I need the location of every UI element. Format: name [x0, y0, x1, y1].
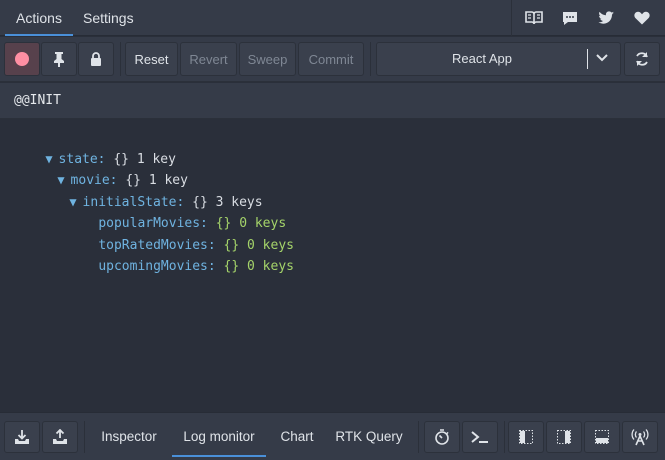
record-icon — [15, 52, 29, 66]
dispatcher-button[interactable] — [462, 421, 498, 453]
dock-left-icon — [519, 430, 533, 444]
tree-node-popularmovies[interactable]: popularMovies: {} 0 keys — [67, 192, 286, 231]
timer-icon — [435, 429, 449, 445]
node-count: 0 keys — [247, 259, 294, 274]
heart-icon[interactable] — [624, 0, 660, 36]
commit-button[interactable]: Commit — [298, 42, 364, 76]
tree-node-state[interactable]: ▼ state: {} 1 key — [14, 128, 176, 167]
divider — [84, 421, 85, 453]
node-key: upcomingMovies: — [98, 259, 216, 274]
sync-button[interactable] — [624, 42, 660, 76]
chat-icon[interactable] — [552, 0, 588, 36]
divider — [511, 0, 512, 36]
dock-bottom-icon — [595, 430, 609, 444]
action-name[interactable]: @@INIT — [0, 83, 665, 119]
tab-settings[interactable]: Settings — [83, 0, 135, 36]
bottom-bar: Inspector Log monitor Chart RTK Query — [0, 412, 665, 460]
dock-bottom-button[interactable] — [584, 421, 620, 453]
reset-button[interactable]: Reset — [125, 42, 178, 76]
tree-node-upcomingmovies[interactable]: upcomingMovies: {} 0 keys — [67, 235, 294, 274]
instance-select[interactable]: React App — [376, 42, 621, 76]
export-button[interactable] — [42, 421, 78, 453]
dock-left-button[interactable] — [508, 421, 544, 453]
dock-right-icon — [557, 430, 571, 444]
instance-label: React App — [452, 51, 512, 66]
tab-actions[interactable]: Actions — [5, 0, 73, 36]
tree-node-movie[interactable]: ▼ movie: {} 1 key — [26, 149, 188, 188]
sweep-button[interactable]: Sweep — [239, 42, 296, 76]
download-icon — [15, 430, 29, 444]
tab-log-monitor[interactable]: Log monitor — [172, 413, 266, 457]
book-icon[interactable] — [516, 0, 552, 36]
lock-icon — [91, 52, 101, 66]
broadcast-icon — [631, 429, 649, 446]
revert-button[interactable]: Revert — [180, 42, 237, 76]
import-button[interactable] — [4, 421, 40, 453]
tab-inspector[interactable]: Inspector — [92, 413, 166, 457]
terminal-icon — [471, 431, 488, 443]
tree-node-topratedmovies[interactable]: topRatedMovies: {} 0 keys — [67, 214, 294, 253]
lock-button[interactable] — [78, 42, 114, 76]
divider — [504, 421, 505, 453]
divider — [418, 421, 419, 453]
upload-icon — [53, 429, 67, 444]
pin-icon — [54, 52, 64, 67]
tab-rtk-query[interactable]: RTK Query — [328, 413, 410, 457]
node-braces: {} — [223, 259, 240, 274]
toolbar: Reset Revert Sweep Commit React App — [0, 37, 665, 82]
tree-node-initialstate[interactable]: ▼ initialState: {} 3 keys — [38, 171, 262, 210]
divider — [587, 49, 588, 69]
top-tabs-bar: Actions Settings — [0, 0, 665, 36]
remote-button[interactable] — [622, 421, 658, 453]
slider-button[interactable] — [424, 421, 460, 453]
refresh-icon — [636, 52, 648, 66]
tab-chart[interactable]: Chart — [272, 413, 322, 457]
dock-right-button[interactable] — [546, 421, 582, 453]
divider — [120, 42, 121, 76]
record-button[interactable] — [4, 42, 40, 76]
pin-button[interactable] — [41, 42, 77, 76]
divider — [370, 42, 371, 76]
twitter-icon[interactable] — [588, 0, 624, 36]
state-tree: ▼ state: {} 1 key ▼ movie: {} 1 key ▼ initi… — [0, 120, 665, 412]
chevron-down-icon — [596, 54, 608, 62]
